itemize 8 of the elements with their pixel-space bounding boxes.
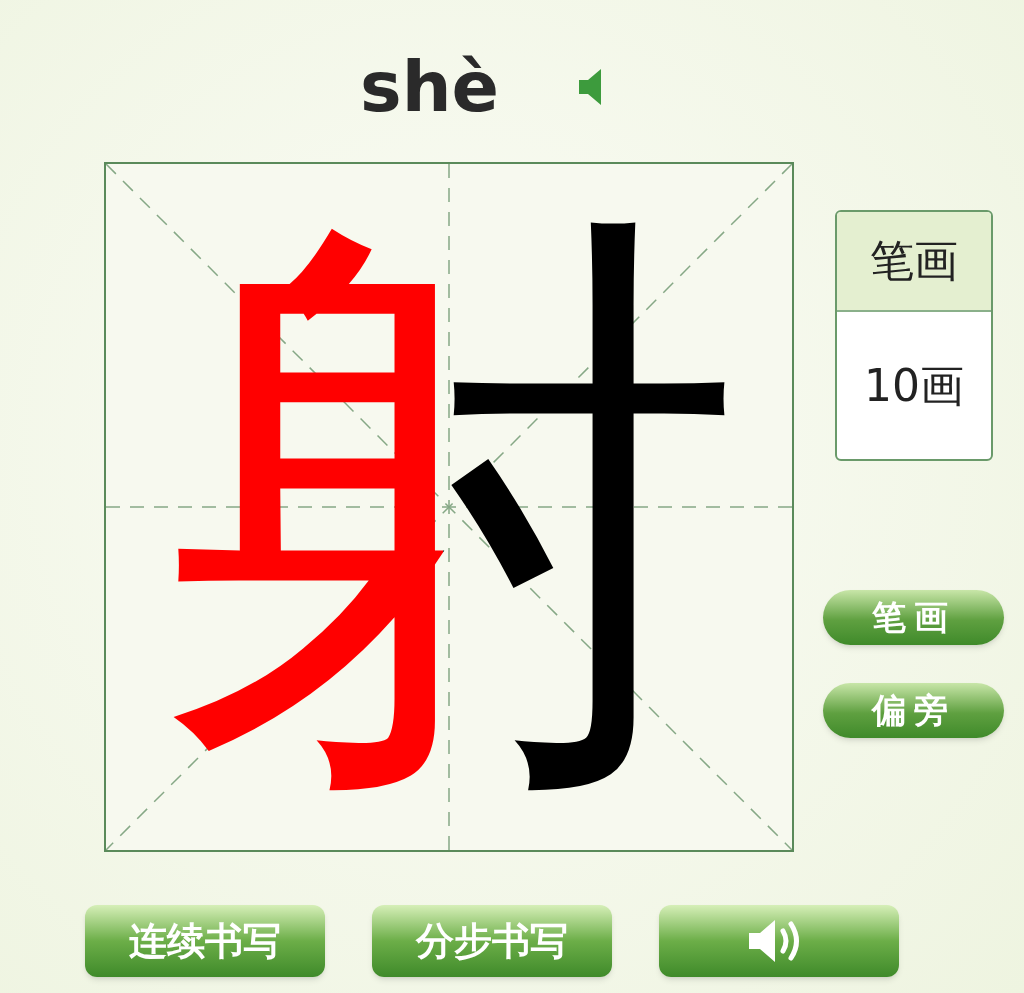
pinyin-text: shè: [360, 52, 499, 122]
mode-button[interactable]: 连续书写: [85, 905, 325, 977]
side-button[interactable]: 偏旁: [823, 683, 1004, 738]
stroke-count: 10画: [863, 358, 965, 413]
mode-button[interactable]: 分步书写: [372, 905, 612, 977]
side-button[interactable]: 笔画: [823, 590, 1004, 645]
panel-header: 笔画: [837, 212, 991, 312]
sound-button[interactable]: [659, 905, 899, 977]
